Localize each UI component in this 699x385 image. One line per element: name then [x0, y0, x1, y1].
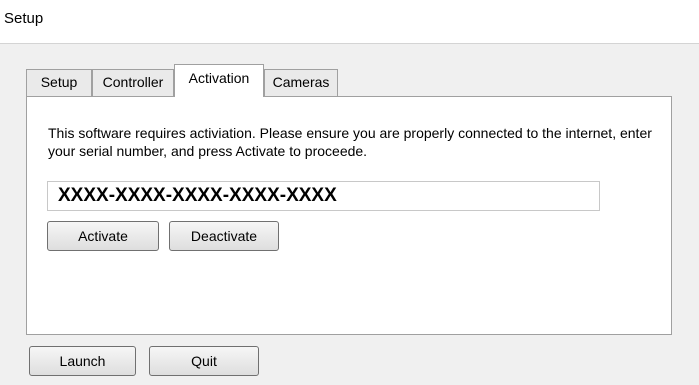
setup-window: Setup Setup Controller Activation Camera… — [0, 0, 699, 385]
activate-button[interactable]: Activate — [47, 221, 159, 251]
tab-controller[interactable]: Controller — [92, 69, 174, 96]
deactivate-button[interactable]: Deactivate — [169, 221, 279, 251]
window-title: Setup — [4, 10, 44, 27]
launch-button[interactable]: Launch — [29, 346, 136, 376]
activation-description: This software requires activiation. Plea… — [48, 125, 652, 159]
title-bar: Setup — [0, 0, 699, 44]
tab-activation[interactable]: Activation — [174, 64, 264, 97]
tab-setup[interactable]: Setup — [26, 69, 92, 96]
serial-number-input[interactable] — [47, 181, 600, 211]
activation-tab-page: This software requires activiation. Plea… — [26, 96, 672, 335]
quit-button[interactable]: Quit — [149, 346, 259, 376]
tab-cameras[interactable]: Cameras — [264, 69, 338, 96]
